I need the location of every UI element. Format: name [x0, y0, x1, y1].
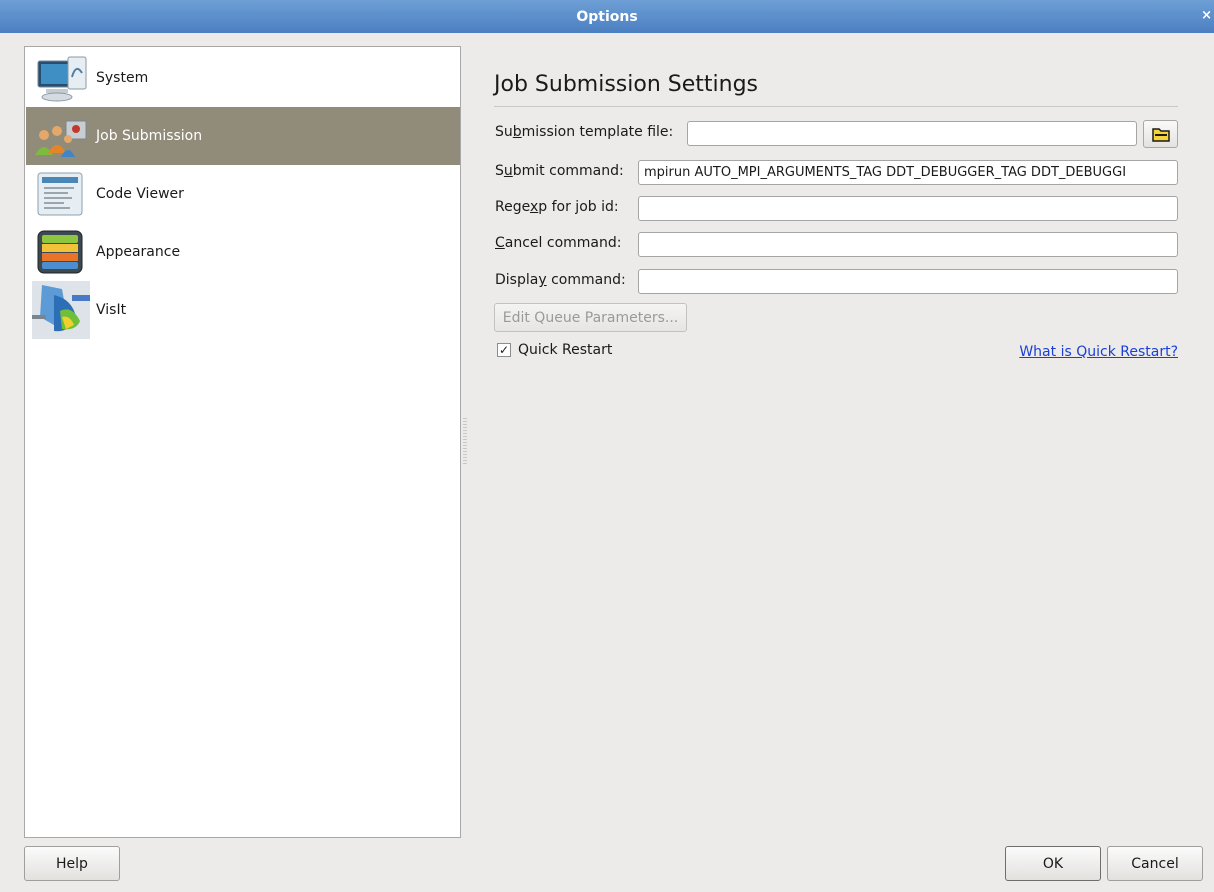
title-divider — [494, 106, 1178, 107]
sidebar-item-label: VisIt — [96, 302, 127, 318]
page-title: Job Submission Settings — [494, 72, 758, 97]
sidebar-item-label: System — [96, 70, 149, 86]
document-icon — [37, 172, 83, 216]
edit-queue-parameters-button[interactable]: Edit Queue Parameters... — [494, 303, 687, 332]
template-file-field[interactable] — [687, 121, 1137, 146]
visualization-icon — [32, 281, 90, 339]
display-command-field[interactable] — [638, 269, 1178, 294]
template-file-label: Submission template file: — [495, 124, 674, 140]
quick-restart-checkbox[interactable]: ✓ — [497, 343, 511, 357]
quick-restart-row[interactable]: ✓ Quick Restart — [497, 342, 612, 358]
folder-icon — [1151, 128, 1170, 142]
sidebar-item-job-submission[interactable]: Job Submission — [26, 107, 460, 165]
sidebar-item-label: Code Viewer — [96, 186, 184, 202]
cancel-command-label: Cancel command: — [495, 235, 622, 251]
users-icon — [35, 120, 87, 157]
sidebar-item-appearance[interactable]: Appearance — [26, 223, 460, 281]
ok-button[interactable]: OK — [1005, 846, 1101, 881]
regexp-field[interactable] — [638, 196, 1178, 221]
browse-template-button[interactable] — [1143, 120, 1178, 148]
sidebar-item-system[interactable]: System — [26, 49, 460, 107]
cancel-command-field[interactable] — [638, 232, 1178, 257]
submit-command-field[interactable]: mpirun AUTO_MPI_ARGUMENTS_TAG DDT_DEBUGG… — [638, 160, 1178, 185]
settings-category-list: System Job Submission Code Viewer Appear… — [24, 46, 461, 838]
help-button[interactable]: Help — [24, 846, 120, 881]
options-dialog: Options × System Job Submission Code Vie… — [0, 0, 1214, 892]
sidebar-item-label: Job Submission — [96, 128, 203, 144]
cancel-button[interactable]: Cancel — [1107, 846, 1203, 881]
quick-restart-help-link[interactable]: What is Quick Restart? — [1019, 344, 1178, 360]
sidebar-item-visit[interactable]: VisIt — [26, 281, 460, 339]
monitor-icon — [37, 56, 87, 102]
window-title: Options — [576, 8, 638, 25]
display-command-label: Display command: — [495, 272, 626, 288]
sidebar-item-label: Appearance — [96, 244, 181, 260]
submit-command-label: Submit command: — [495, 163, 624, 179]
color-layers-icon — [37, 230, 83, 274]
quick-restart-label: Quick Restart — [518, 342, 613, 358]
sidebar-item-code-viewer[interactable]: Code Viewer — [26, 165, 460, 223]
title-bar: Options × — [0, 0, 1214, 33]
splitter-handle[interactable] — [463, 418, 467, 466]
close-icon[interactable]: × — [1201, 8, 1212, 23]
regexp-label: Regexp for job id: — [495, 199, 619, 215]
